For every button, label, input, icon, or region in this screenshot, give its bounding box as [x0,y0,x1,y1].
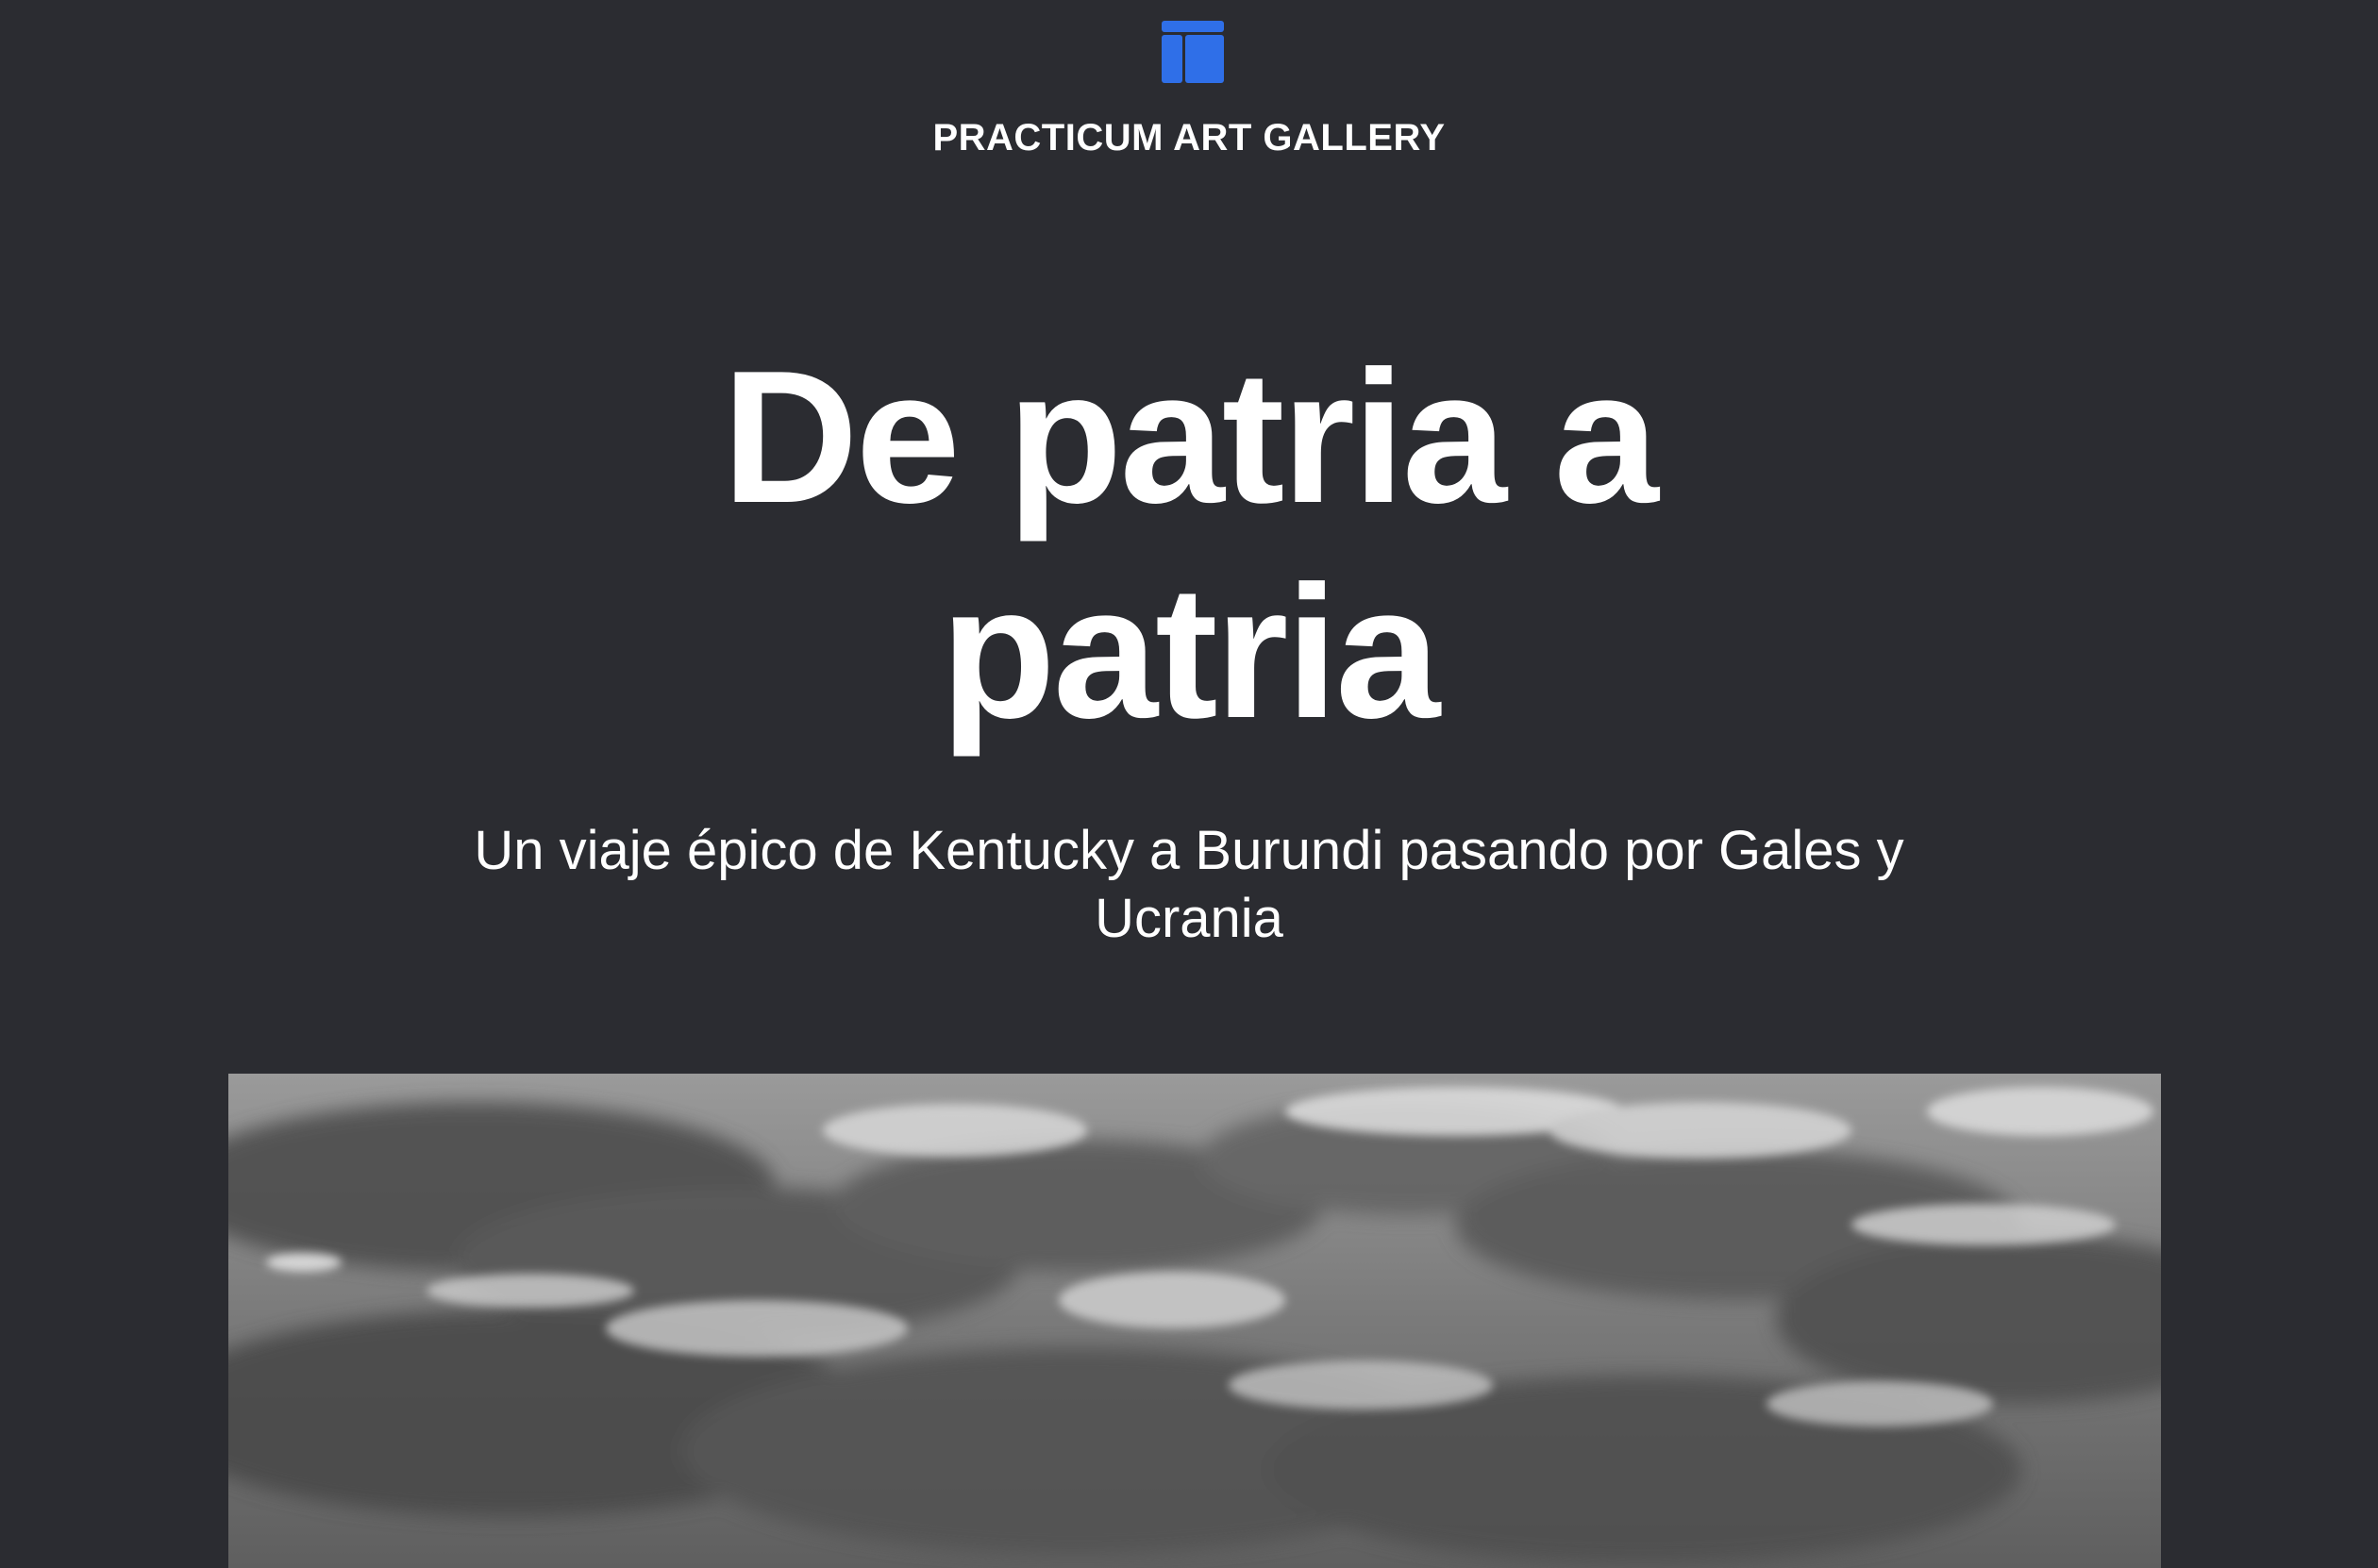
page-subtitle: Un viaje épico de Kentucky a Burundi pas… [474,820,1904,949]
page-title: De patria a patria [722,332,1659,758]
gallery-logo-icon[interactable] [1162,21,1224,83]
brand-name[interactable]: PRACTICUM ART GALLERY [0,113,2378,162]
site-header: PRACTICUM ART GALLERY [0,0,2378,189]
layout-icon [1162,21,1224,83]
cloudy-sky-image [228,1074,2161,1568]
